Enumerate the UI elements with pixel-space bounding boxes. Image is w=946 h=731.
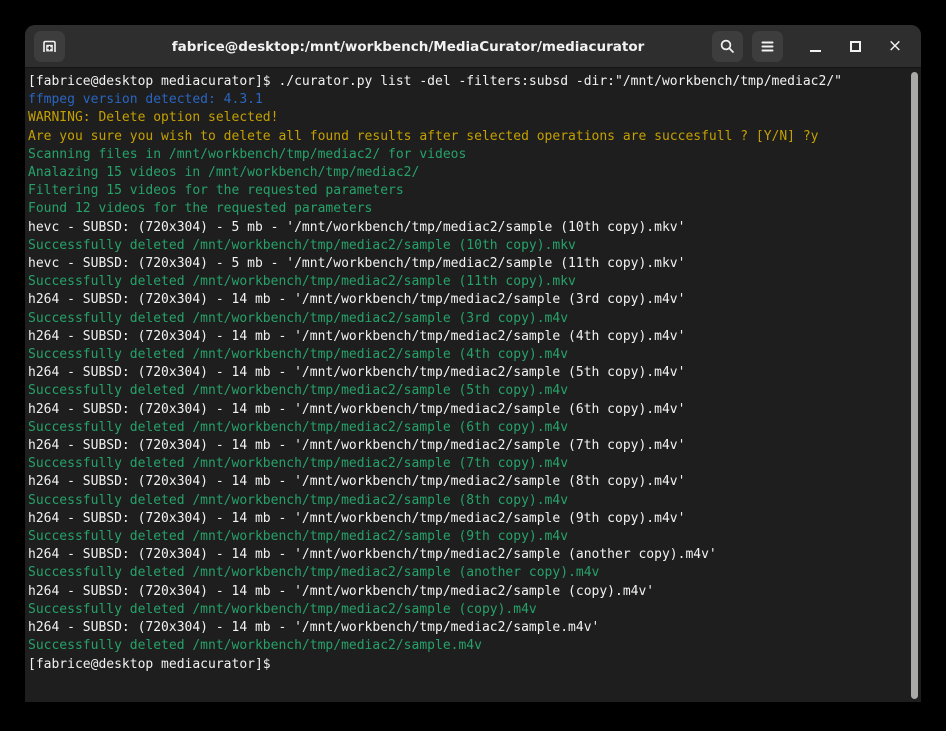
minimize-button[interactable] (800, 31, 830, 62)
terminal-line: Successfully deleted /mnt/workbench/tmp/… (28, 564, 907, 582)
terminal-output: [fabrice@desktop mediacurator]$ ./curato… (28, 73, 907, 674)
terminal-line: h264 - SUBSD: (720x304) - 14 mb - '/mnt/… (28, 401, 907, 419)
terminal-line: Successfully deleted /mnt/workbench/tmp/… (28, 273, 907, 291)
terminal-line: h264 - SUBSD: (720x304) - 14 mb - '/mnt/… (28, 583, 907, 601)
terminal-line: h264 - SUBSD: (720x304) - 14 mb - '/mnt/… (28, 291, 907, 309)
terminal-line: h264 - SUBSD: (720x304) - 14 mb - '/mnt/… (28, 546, 907, 564)
terminal-line: h264 - SUBSD: (720x304) - 14 mb - '/mnt/… (28, 364, 907, 382)
terminal-line: Successfully deleted /mnt/workbench/tmp/… (28, 382, 907, 400)
terminal-line: hevc - SUBSD: (720x304) - 5 mb - '/mnt/w… (28, 219, 907, 237)
scrollbar-thumb[interactable] (911, 72, 918, 699)
terminal-line: h264 - SUBSD: (720x304) - 14 mb - '/mnt/… (28, 437, 907, 455)
maximize-button[interactable] (840, 31, 870, 62)
terminal-line: Successfully deleted /mnt/workbench/tmp/… (28, 419, 907, 437)
menu-button[interactable] (752, 31, 783, 62)
terminal-line: Successfully deleted /mnt/workbench/tmp/… (28, 310, 907, 328)
terminal-line: h264 - SUBSD: (720x304) - 14 mb - '/mnt/… (28, 619, 907, 637)
terminal-line: WARNING: Delete option selected! (28, 109, 907, 127)
terminal-line: Successfully deleted /mnt/workbench/tmp/… (28, 601, 907, 619)
terminal-line: Successfully deleted /mnt/workbench/tmp/… (28, 237, 907, 255)
hamburger-menu-icon (760, 40, 775, 53)
terminal-line: Successfully deleted /mnt/workbench/tmp/… (28, 528, 907, 546)
terminal-line: [fabrice@desktop mediacurator]$ (28, 656, 907, 674)
maximize-icon (850, 41, 861, 52)
terminal-line: [fabrice@desktop mediacurator]$ ./curato… (28, 73, 907, 91)
terminal-line: Are you sure you wish to delete all foun… (28, 128, 907, 146)
terminal-line: Successfully deleted /mnt/workbench/tmp/… (28, 455, 907, 473)
scrollbar (910, 72, 919, 699)
minimize-icon (810, 50, 821, 52)
terminal-line: Successfully deleted /mnt/workbench/tmp/… (28, 637, 907, 655)
close-button[interactable]: × (880, 31, 910, 62)
window-title: fabrice@desktop:/mnt/workbench/MediaCura… (145, 25, 671, 68)
close-icon: × (888, 38, 902, 55)
terminal-screen[interactable]: [fabrice@desktop mediacurator]$ ./curato… (25, 69, 921, 702)
terminal-line: Successfully deleted /mnt/workbench/tmp/… (28, 346, 907, 364)
new-tab-button[interactable] (34, 31, 65, 62)
terminal-line: Filtering 15 videos for the requested pa… (28, 182, 907, 200)
terminal-line: Analazing 15 videos in /mnt/workbench/tm… (28, 164, 907, 182)
titlebar[interactable]: fabrice@desktop:/mnt/workbench/MediaCura… (25, 25, 921, 68)
search-button[interactable] (712, 31, 743, 62)
terminal-line: Successfully deleted /mnt/workbench/tmp/… (28, 492, 907, 510)
terminal-line: hevc - SUBSD: (720x304) - 5 mb - '/mnt/w… (28, 255, 907, 273)
tab-new-icon (41, 38, 58, 55)
terminal-line: h264 - SUBSD: (720x304) - 14 mb - '/mnt/… (28, 328, 907, 346)
terminal-window: fabrice@desktop:/mnt/workbench/MediaCura… (25, 25, 921, 702)
terminal-line: Found 12 videos for the requested parame… (28, 200, 907, 218)
terminal-line: ffmpeg version detected: 4.3.1 (28, 91, 907, 109)
search-icon (719, 38, 736, 55)
terminal-line: Scanning files in /mnt/workbench/tmp/med… (28, 146, 907, 164)
terminal-line: h264 - SUBSD: (720x304) - 14 mb - '/mnt/… (28, 473, 907, 491)
terminal-line: h264 - SUBSD: (720x304) - 14 mb - '/mnt/… (28, 510, 907, 528)
